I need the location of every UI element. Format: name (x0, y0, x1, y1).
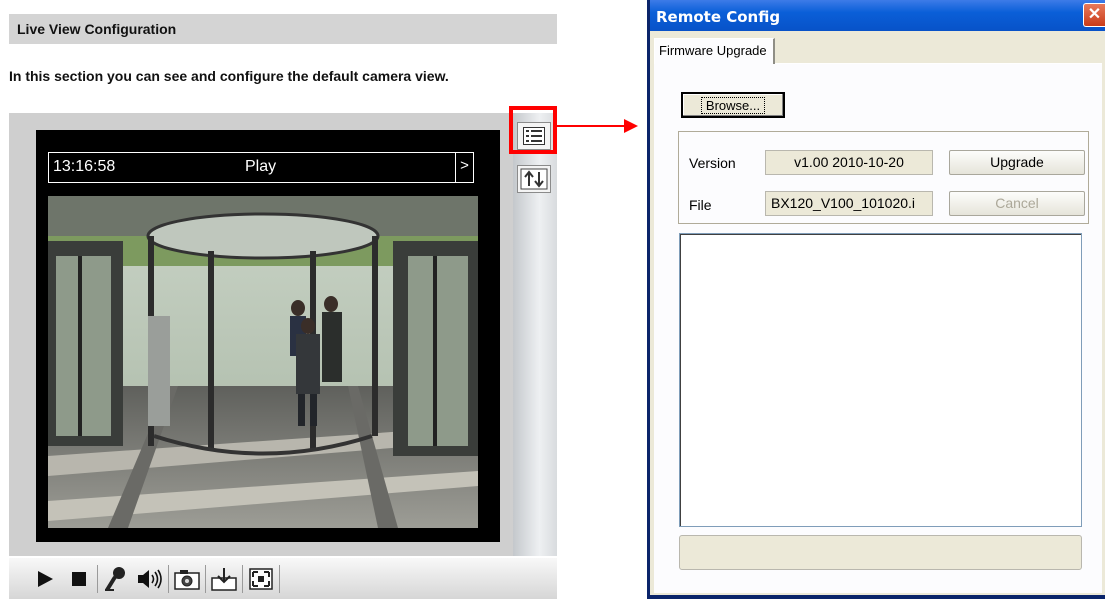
section-description: In this section you can see and configur… (9, 68, 449, 84)
close-icon[interactable]: ✕ (1083, 3, 1105, 27)
tab-firmware-upgrade[interactable]: Firmware Upgrade (654, 38, 775, 64)
overlay-status: Play (245, 158, 277, 175)
speaker-icon[interactable] (133, 563, 167, 595)
version-label: Version (689, 155, 736, 171)
stop-icon[interactable] (62, 563, 96, 595)
highlight-box (509, 106, 557, 154)
upgrade-progress-bar (679, 535, 1082, 570)
upgrade-button[interactable]: Upgrade (949, 150, 1085, 175)
control-separator (97, 564, 98, 593)
save-download-icon[interactable] (207, 563, 241, 595)
control-separator (205, 564, 206, 593)
dialog-bottom-border (650, 595, 1105, 599)
dialog-title: Remote Config (656, 8, 781, 26)
video-overlay-bar: 13:16:58 Play > (48, 152, 474, 183)
pointer-arrow-head (624, 119, 638, 133)
control-separator (242, 564, 243, 593)
dialog-titlebar[interactable]: Remote Config ✕ (650, 0, 1105, 31)
microphone-icon[interactable] (99, 563, 133, 595)
upgrade-log-area[interactable] (679, 233, 1082, 527)
cancel-button[interactable]: Cancel (949, 191, 1085, 216)
remote-config-dialog: Remote Config ✕ Firmware Upgrade Browse.… (647, 0, 1105, 599)
browse-button[interactable]: Browse... (681, 92, 785, 118)
file-field: BX120_V100_101020.i (765, 191, 933, 216)
pointer-arrow (557, 125, 627, 127)
section-header: Live View Configuration (9, 14, 557, 44)
swap-arrows-icon[interactable] (517, 165, 551, 193)
play-icon[interactable] (28, 563, 62, 595)
firmware-info-group: Version v1.00 2010-10-20 Upgrade File BX… (678, 131, 1089, 224)
control-separator (168, 564, 169, 593)
file-label: File (689, 197, 712, 213)
fullscreen-icon[interactable] (244, 563, 278, 595)
snapshot-camera-icon[interactable] (170, 563, 204, 595)
overlay-next-button[interactable]: > (455, 152, 473, 183)
version-field: v1.00 2010-10-20 (765, 150, 933, 175)
browse-button-label: Browse... (700, 97, 766, 114)
control-separator (279, 564, 280, 593)
overlay-time: 13:16:58 (53, 158, 116, 175)
camera-video-image (48, 196, 478, 528)
playback-control-bar (9, 558, 557, 599)
